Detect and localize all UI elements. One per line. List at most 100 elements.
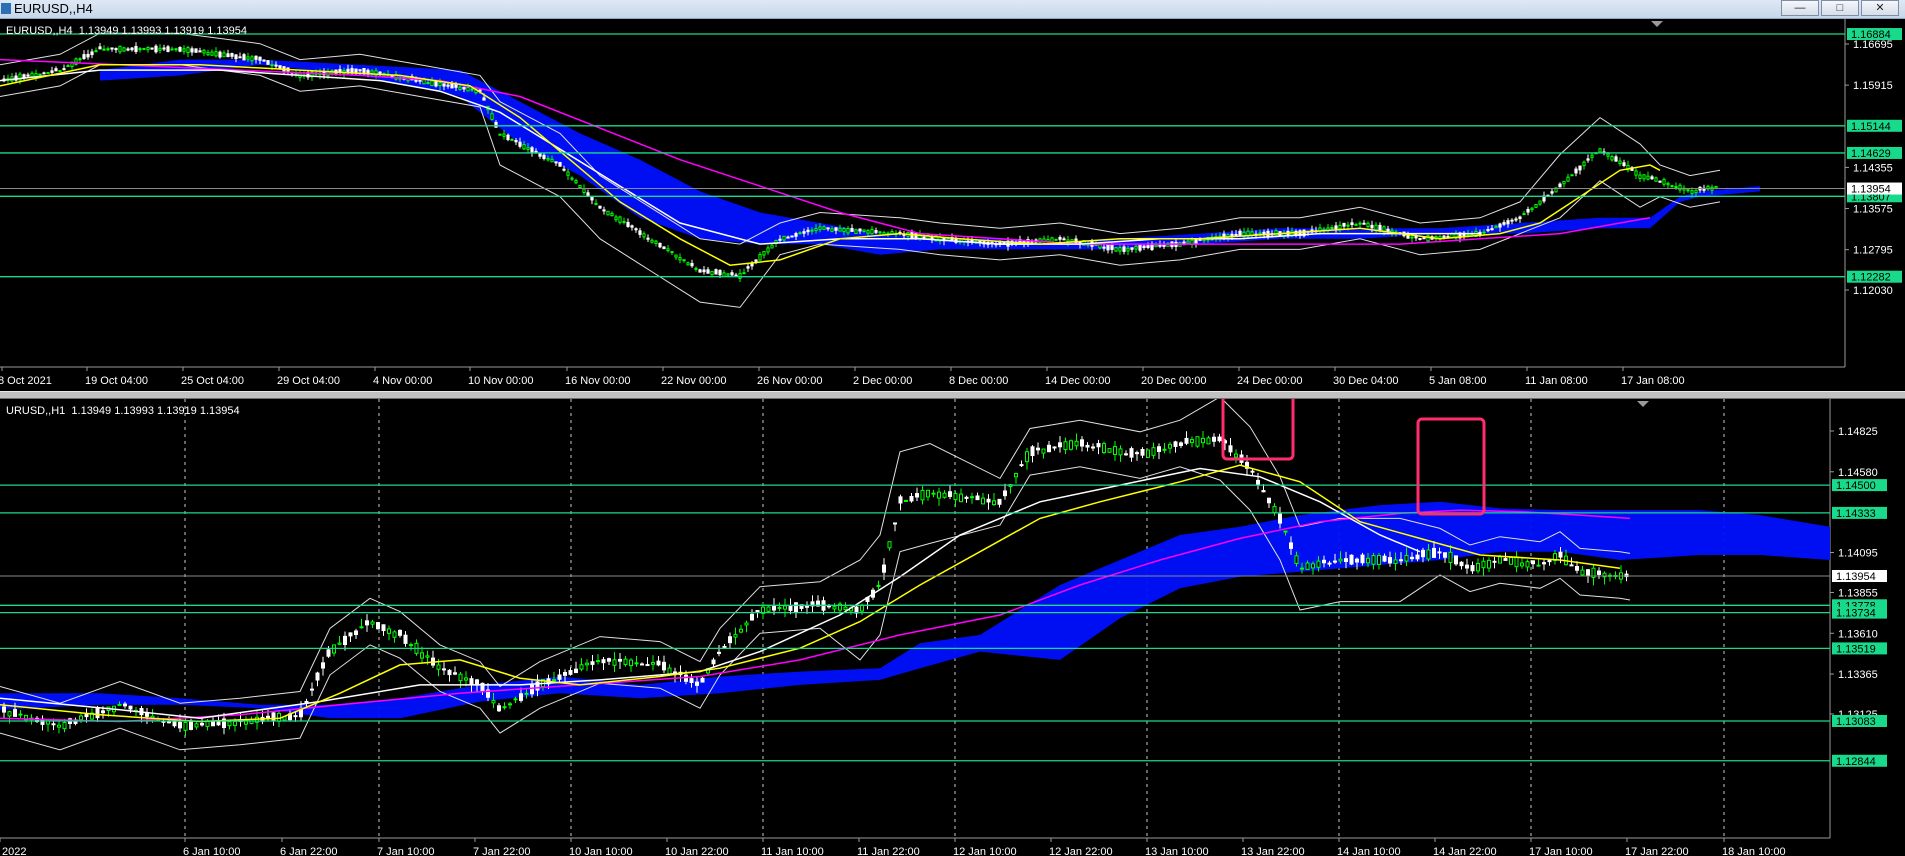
h1-chart-pane[interactable]: 1.14825 1.14580 1.14095 1.13855 1.13610 1.133…	[0, 399, 1905, 856]
candle-body	[1322, 559, 1326, 564]
candle-body	[728, 636, 732, 644]
level-price-label: 1.15144	[1851, 121, 1891, 133]
candle-body	[1586, 569, 1590, 576]
price-tick-label: 1.14825	[1838, 426, 1878, 438]
candle-body	[420, 652, 424, 659]
candle-body	[1186, 240, 1190, 244]
candle-body	[370, 621, 375, 625]
level-price-label: 1.14629	[1851, 148, 1891, 160]
candle-body	[354, 630, 358, 636]
h4-chart-canvas[interactable]: 1.166951.159151.143551.135751.127951.120…	[0, 19, 1905, 391]
candle-body	[123, 703, 127, 707]
close-button[interactable]: ✕	[1861, 0, 1899, 16]
candle-body	[1421, 549, 1425, 558]
candle-body	[200, 722, 204, 726]
pane-separator[interactable]	[0, 391, 1905, 399]
h1-chart-canvas[interactable]: 1.14825 1.14580 1.14095 1.13855 1.13610 1.133…	[0, 399, 1905, 856]
time-tick-label: 10 Jan 22:00	[665, 846, 729, 856]
time-tick-label: 17 Jan 08:00	[1621, 375, 1685, 387]
candle-body	[206, 51, 210, 56]
candle-body	[666, 248, 670, 252]
candle-body	[510, 138, 514, 141]
candle-body	[453, 672, 457, 675]
candle-body	[651, 662, 655, 665]
candle-body	[710, 270, 714, 276]
candle-body	[1346, 224, 1350, 227]
candle-body	[442, 83, 446, 87]
time-tick-label: 7 Jan 22:00	[473, 846, 531, 856]
candle-body	[981, 497, 985, 505]
candle-body	[862, 229, 866, 232]
level-price-label: 1.14500	[1836, 480, 1876, 492]
minimize-button[interactable]: —	[1781, 0, 1819, 16]
candle-body	[1362, 222, 1366, 225]
candle-body	[1374, 224, 1378, 231]
candle-body	[154, 45, 158, 53]
candle-body	[190, 48, 194, 53]
candle-body	[90, 51, 94, 56]
candle-body	[1542, 562, 1546, 565]
candle-body	[502, 706, 507, 709]
highlight-box	[1221, 399, 1295, 461]
time-tick-label: 24 Dec 00:00	[1237, 375, 1302, 387]
candle-body	[626, 221, 630, 227]
candle-body	[114, 48, 118, 51]
candle-body	[1498, 556, 1502, 564]
candle-body	[62, 68, 66, 71]
candle-body	[722, 272, 726, 277]
candle-body	[570, 177, 574, 180]
candle-body	[18, 713, 23, 716]
candle-body	[1366, 222, 1370, 227]
candle-body	[1118, 448, 1123, 456]
candle-body	[1506, 220, 1510, 225]
h1-chart-label: URUSD,,H1 1.13949 1.13993 1.13919 1.1395…	[6, 405, 240, 417]
candle-body	[975, 495, 980, 501]
candle-body	[1179, 442, 1183, 446]
candle-body	[126, 48, 130, 51]
candle-body	[750, 613, 754, 621]
candle-body	[1054, 238, 1058, 241]
candle-body	[1350, 222, 1354, 226]
candle-body	[1047, 444, 1051, 453]
candle-body	[1618, 160, 1622, 165]
candle-body	[1058, 237, 1062, 240]
candle-body	[502, 133, 506, 137]
candle-body	[194, 723, 199, 728]
candle-body	[689, 678, 694, 683]
candle-body	[893, 522, 897, 525]
candle-body	[1386, 228, 1390, 232]
candle-body	[1234, 233, 1238, 236]
time-tick-label: 16 Nov 00:00	[565, 375, 630, 387]
h4-chart-pane[interactable]: 1.16695 1.15915 1.14355 1.13575 1.12795 1.120…	[0, 19, 1905, 391]
candle-body	[558, 161, 562, 167]
candle-body	[642, 233, 646, 238]
candle-body	[172, 720, 177, 727]
time-tick-label: 19 Oct 04:00	[85, 375, 148, 387]
candle-body	[1487, 559, 1491, 569]
candle-body	[1674, 186, 1678, 189]
candle-body	[50, 70, 54, 73]
candle-body	[623, 658, 628, 665]
maximize-button[interactable]: □	[1821, 0, 1859, 16]
candle-body	[118, 45, 122, 53]
candle-body	[226, 53, 230, 58]
candle-body	[315, 672, 320, 681]
candle-body	[1129, 448, 1134, 458]
candle-body	[310, 688, 314, 691]
candle-body	[134, 45, 138, 52]
level-price-label: 1.13519	[1836, 643, 1876, 655]
candle-body	[1714, 186, 1718, 189]
bollinger-lower	[0, 64, 1721, 308]
candle-body	[1638, 174, 1642, 179]
candle-body	[403, 634, 408, 644]
time-tick-label: 4 Nov 00:00	[373, 375, 432, 387]
candle-body	[447, 669, 452, 676]
highlight-box	[1416, 417, 1486, 516]
candle-body	[506, 134, 510, 140]
candle-body	[1106, 244, 1110, 251]
candle-body	[58, 70, 62, 73]
candle-body	[794, 233, 798, 237]
candle-body	[1355, 558, 1359, 563]
candle-body	[106, 48, 110, 51]
candle-body	[1482, 231, 1486, 234]
